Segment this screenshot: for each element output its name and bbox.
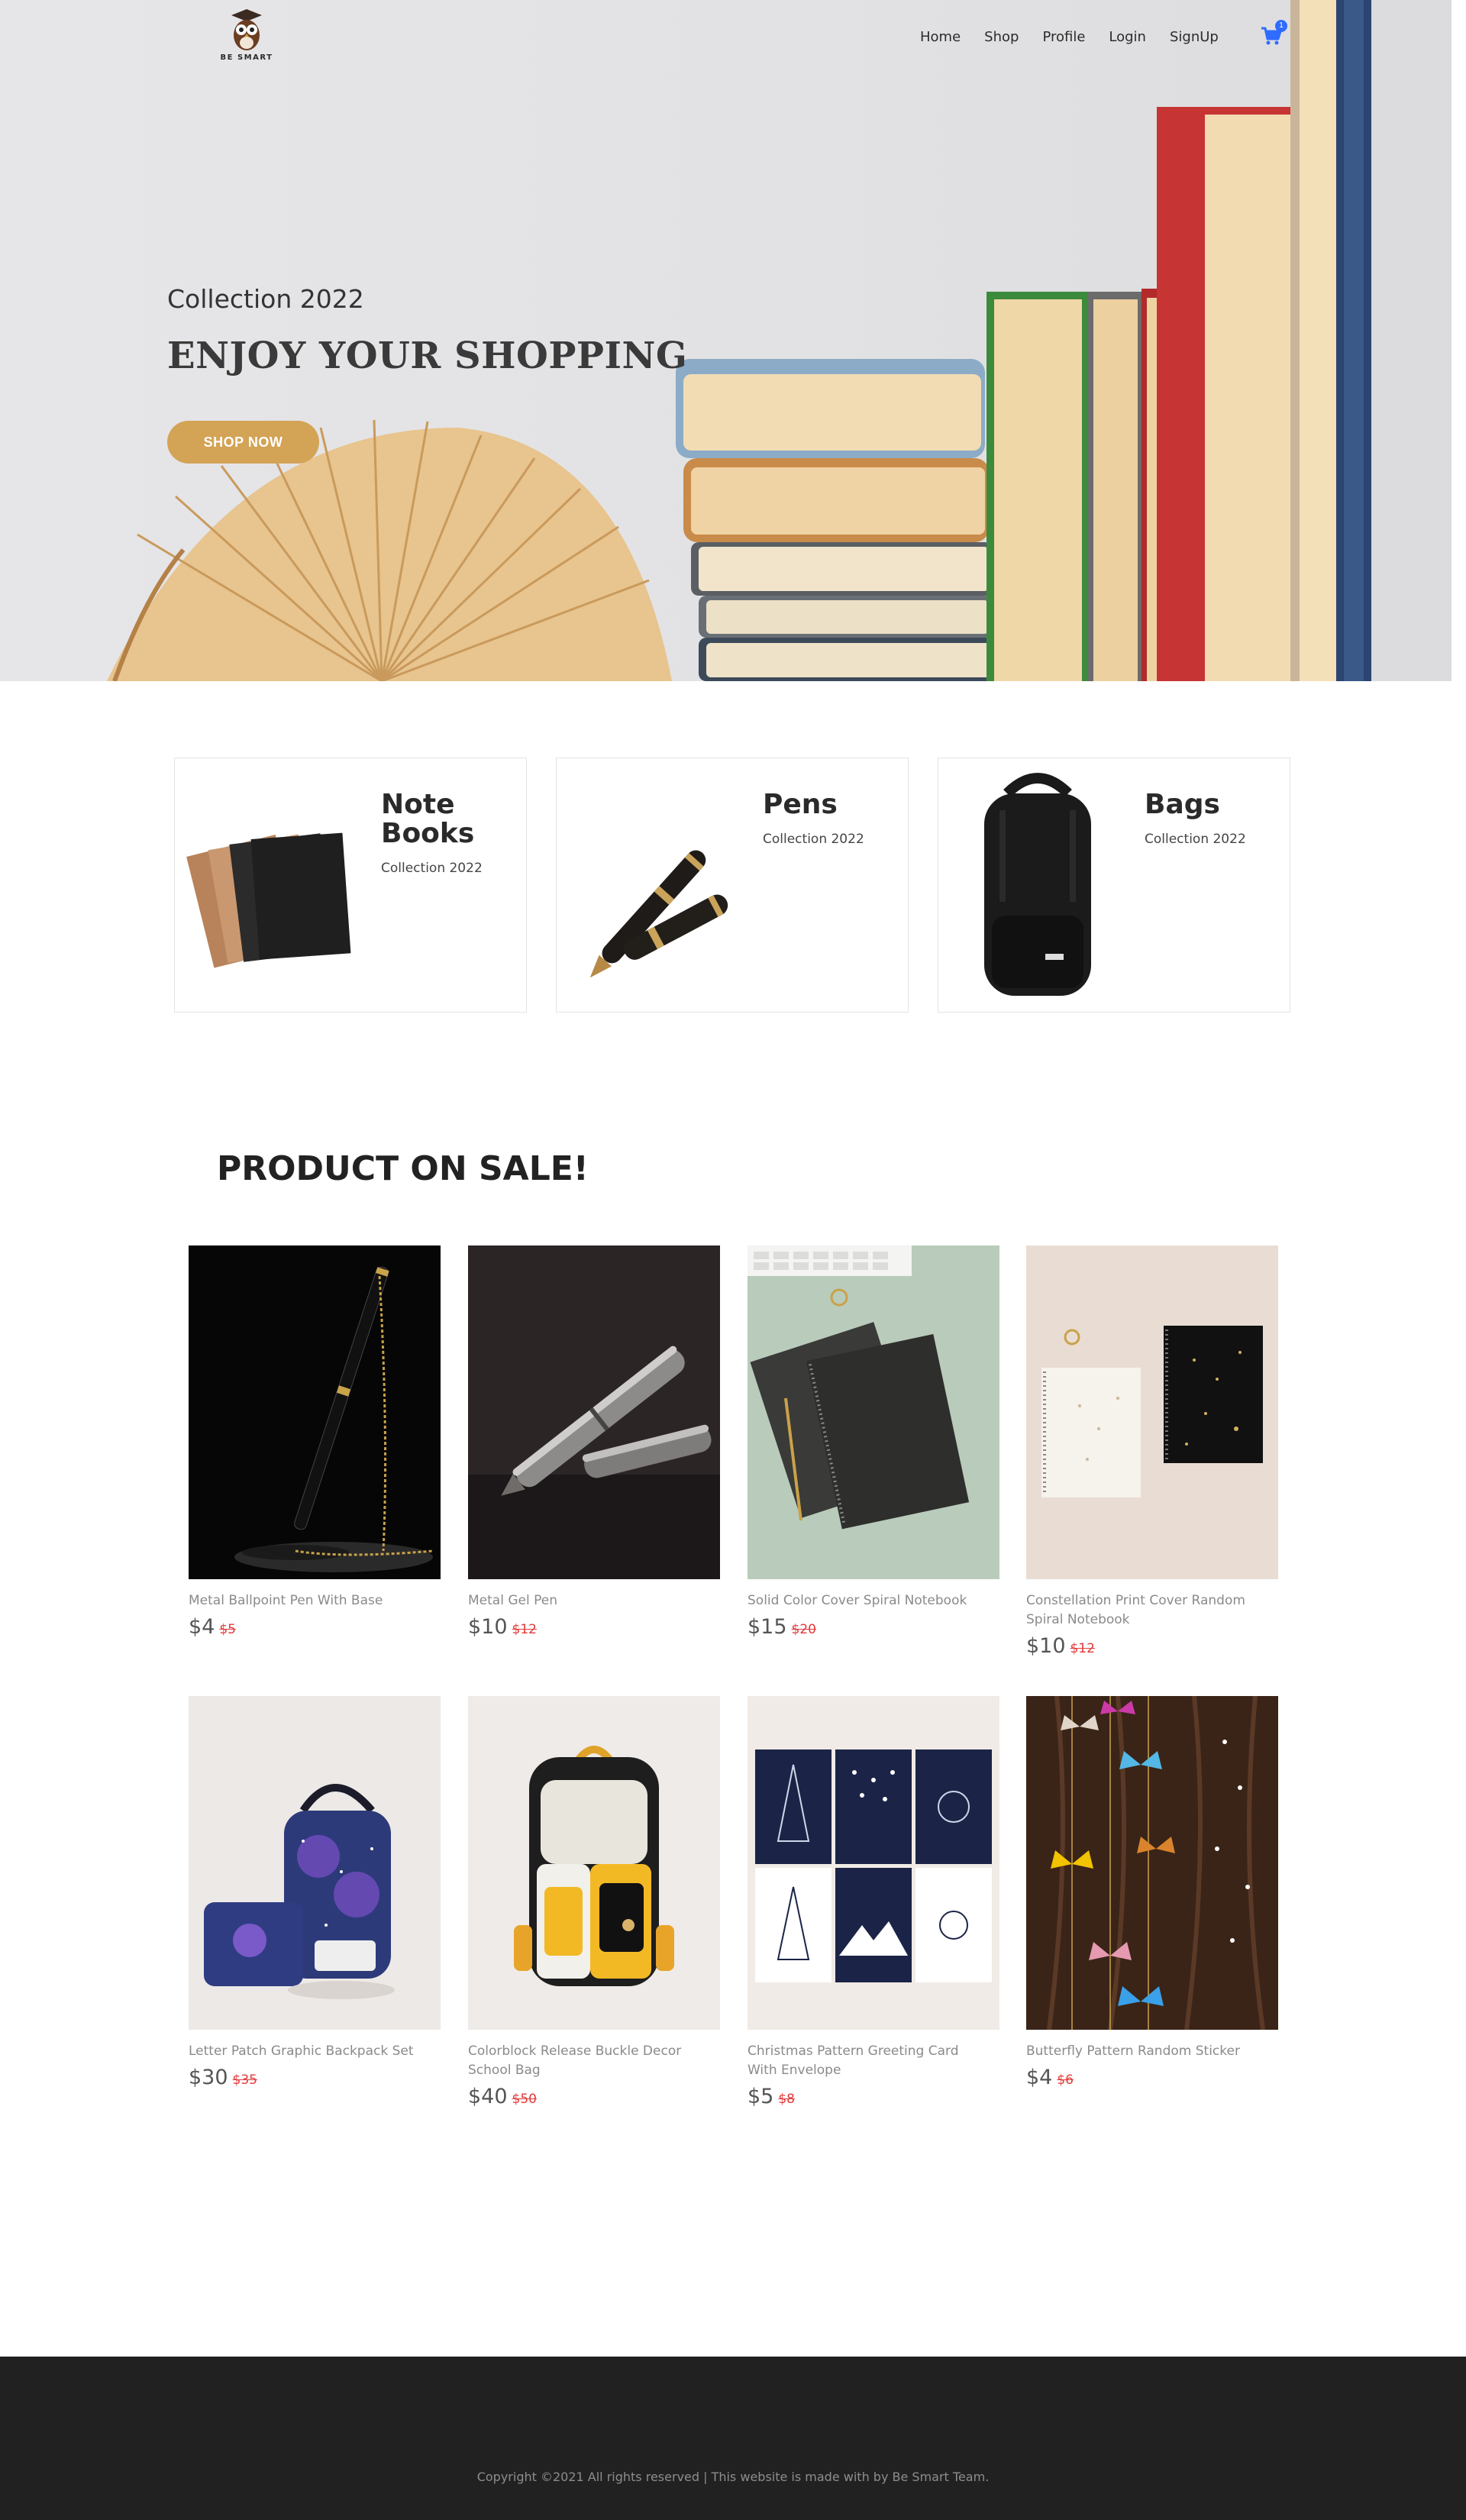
product-name[interactable]: Metal Gel Pen bbox=[468, 1591, 697, 1611]
product-image[interactable] bbox=[468, 1245, 720, 1579]
product-image[interactable] bbox=[748, 1696, 999, 2030]
current-price: $10 bbox=[1026, 1634, 1066, 1658]
current-price: $5 bbox=[748, 2085, 774, 2108]
category-subtitle: Collection 2022 bbox=[763, 832, 864, 847]
product-price: $4 $5 bbox=[189, 1615, 441, 1639]
current-price: $4 bbox=[189, 1615, 215, 1639]
nav-signup[interactable]: SignUp bbox=[1170, 29, 1219, 45]
product-card[interactable]: Letter Patch Graphic Backpack Set $30 $35 bbox=[189, 1696, 441, 2089]
product-price: $10 $12 bbox=[468, 1615, 720, 1639]
nav-login[interactable]: Login bbox=[1109, 29, 1146, 45]
main-nav: Home Shop Profile Login SignUp bbox=[920, 29, 1242, 45]
product-card[interactable]: Christmas Pattern Greeting Card With Env… bbox=[748, 1696, 999, 2108]
category-title: Note Books bbox=[381, 789, 475, 849]
nav-profile[interactable]: Profile bbox=[1042, 29, 1085, 45]
hero-banner: BE SMART Home Shop Profile Login SignUp … bbox=[0, 0, 1451, 681]
category-card-bags[interactable]: Bags Collection 2022 bbox=[938, 758, 1290, 1013]
product-image[interactable] bbox=[468, 1696, 720, 2030]
product-price: $5 $8 bbox=[748, 2085, 999, 2108]
product-name[interactable]: Solid Color Cover Spiral Notebook bbox=[748, 1591, 977, 1611]
product-price: $40 $50 bbox=[468, 2085, 720, 2108]
product-name[interactable]: Metal Ballpoint Pen With Base bbox=[189, 1591, 418, 1611]
sale-section-title: PRODUCT ON SALE! bbox=[217, 1149, 589, 1188]
current-price: $4 bbox=[1026, 2066, 1053, 2089]
product-image[interactable] bbox=[1026, 1696, 1278, 2030]
product-price: $4 $6 bbox=[1026, 2066, 1278, 2089]
old-price: $6 bbox=[1057, 2073, 1074, 2088]
hero-title: ENJOY YOUR SHOPPING bbox=[167, 334, 688, 377]
product-price: $15 $20 bbox=[748, 1615, 999, 1639]
product-card[interactable]: Colorblock Release Buckle Decor School B… bbox=[468, 1696, 720, 2108]
category-card-notebooks[interactable]: Note Books Collection 2022 bbox=[174, 758, 527, 1013]
product-card[interactable]: Butterfly Pattern Random Sticker $4 $6 bbox=[1026, 1696, 1278, 2089]
old-price: $35 bbox=[232, 2073, 257, 2088]
product-name[interactable]: Letter Patch Graphic Backpack Set bbox=[189, 2042, 418, 2061]
fountain-pen-image bbox=[589, 850, 728, 978]
category-subtitle: Collection 2022 bbox=[381, 861, 483, 876]
nav-shop[interactable]: Shop bbox=[984, 29, 1019, 45]
product-name[interactable]: Christmas Pattern Greeting Card With Env… bbox=[748, 2042, 977, 2080]
product-name[interactable]: Colorblock Release Buckle Decor School B… bbox=[468, 2042, 697, 2080]
product-image[interactable] bbox=[189, 1245, 441, 1579]
nav-home[interactable]: Home bbox=[920, 29, 961, 45]
hero-subtitle: Collection 2022 bbox=[167, 284, 364, 314]
notebooks-image bbox=[186, 832, 351, 968]
current-price: $30 bbox=[189, 2066, 228, 2089]
product-image[interactable] bbox=[748, 1245, 999, 1579]
logo-text: BE SMART bbox=[220, 53, 273, 62]
product-name[interactable]: Butterfly Pattern Random Sticker bbox=[1026, 2042, 1255, 2061]
current-price: $40 bbox=[468, 2085, 508, 2108]
product-image[interactable] bbox=[189, 1696, 441, 2030]
product-price: $30 $35 bbox=[189, 2066, 441, 2089]
category-title: Bags bbox=[1145, 789, 1220, 820]
cart-count-badge: 1 bbox=[1275, 20, 1287, 32]
site-footer: Copyright ©2021 All rights reserved | Th… bbox=[0, 2357, 1466, 2520]
old-price: $5 bbox=[219, 1622, 236, 1637]
old-price: $12 bbox=[512, 1622, 537, 1637]
category-subtitle: Collection 2022 bbox=[1145, 832, 1246, 847]
site-logo[interactable]: BE SMART bbox=[212, 6, 281, 67]
footer-copyright: Copyright ©2021 All rights reserved | Th… bbox=[476, 2470, 990, 2484]
current-price: $15 bbox=[748, 1615, 787, 1639]
product-image[interactable] bbox=[1026, 1245, 1278, 1579]
product-card[interactable]: Solid Color Cover Spiral Notebook $15 $20 bbox=[748, 1245, 999, 1639]
product-card[interactable]: Metal Ballpoint Pen With Base $4 $5 bbox=[189, 1245, 441, 1639]
old-price: $8 bbox=[778, 2092, 795, 2107]
product-card[interactable]: Constellation Print Cover Random Spiral … bbox=[1026, 1245, 1278, 1658]
product-price: $10 $12 bbox=[1026, 1634, 1278, 1658]
product-card[interactable]: Metal Gel Pen $10 $12 bbox=[468, 1245, 720, 1639]
backpack-image bbox=[984, 773, 1091, 996]
current-price: $10 bbox=[468, 1615, 508, 1639]
old-price: $50 bbox=[512, 2092, 537, 2107]
old-price: $20 bbox=[791, 1622, 816, 1637]
category-title: Pens bbox=[763, 789, 838, 820]
owl-logo-icon bbox=[231, 9, 262, 50]
shop-now-button[interactable]: SHOP NOW bbox=[167, 421, 319, 464]
old-price: $12 bbox=[1070, 1641, 1095, 1656]
category-card-pens[interactable]: Pens Collection 2022 bbox=[556, 758, 909, 1013]
product-name[interactable]: Constellation Print Cover Random Spiral … bbox=[1026, 1591, 1255, 1630]
